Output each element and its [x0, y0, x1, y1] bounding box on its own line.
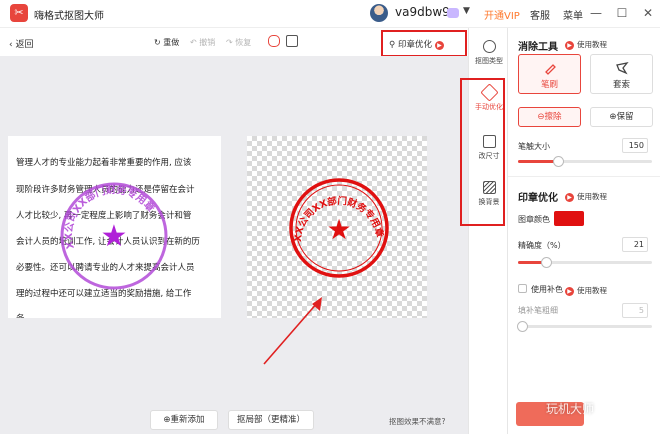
- erase-label: 擦除: [544, 112, 562, 122]
- precision-label: 精确度（%）: [518, 241, 566, 250]
- erase-help-link[interactable]: ▶ 使用教程: [565, 39, 607, 50]
- stamp-color-label: 图章颜色: [518, 215, 550, 224]
- original-image: 管理人才的专业能力起着非常重要的作用, 应该 现阶段许多财务管理人员的能力还是停…: [8, 136, 221, 318]
- app-logo: ✂: [10, 4, 28, 22]
- slider-handle[interactable]: [517, 321, 529, 332]
- minus-icon: ⊖: [537, 112, 545, 122]
- open-vip-link[interactable]: 开通VIP: [484, 7, 520, 22]
- undo-label: 撤销: [199, 38, 216, 47]
- help-label: 使用教程: [577, 192, 607, 201]
- precision-input[interactable]: 21: [622, 237, 648, 252]
- tab-label: 抠图类型: [475, 57, 503, 65]
- keep-label: 保留: [616, 112, 634, 122]
- keep-button[interactable]: ⊕保留: [590, 107, 653, 127]
- doc-line: 管理人才的专业能力起着非常重要的作用, 应该: [16, 158, 192, 168]
- svg-text:★: ★: [101, 219, 128, 254]
- brush-icon: [544, 64, 556, 75]
- close-icon[interactable]: ✕: [638, 3, 658, 23]
- redo-label: 重做: [163, 38, 180, 47]
- chevron-down-icon[interactable]: ▼: [463, 6, 470, 16]
- settings-panel: 消除工具 ▶ 使用教程 笔刷 套索 ⊖擦除 ⊕保留 笔触大小 150 印章优化 ▶…: [508, 28, 660, 434]
- fill-brush-label: 填补笔粗细: [518, 306, 558, 315]
- doc-line: 务。: [16, 312, 33, 318]
- annotation-arrow: [263, 297, 322, 365]
- play-icon: ▶: [434, 41, 444, 50]
- username[interactable]: va9dbw9: [395, 5, 450, 19]
- fill-help-link[interactable]: ▶ 使用教程: [565, 285, 607, 296]
- back-label: 返回: [15, 40, 34, 50]
- fill-color-label: 使用补色: [531, 285, 563, 294]
- brush-label: 笔刷: [540, 80, 558, 90]
- fill-brush-input[interactable]: 5: [622, 303, 648, 318]
- add-icon: ⊕: [163, 415, 171, 425]
- fill-brush-slider[interactable]: [517, 321, 652, 332]
- title-bar: ✂ 嗨格式抠图大师 va9dbw9 ▼ 开通VIP 客服 菜单 — ☐ ✕: [0, 0, 660, 28]
- service-link[interactable]: 客服: [530, 7, 550, 22]
- canvas-area[interactable]: 管理人才的专业能力起着非常重要的作用, 应该 现阶段许多财务管理人员的能力还是停…: [0, 56, 468, 434]
- play-icon: ▶: [565, 41, 574, 50]
- slider-handle[interactable]: [553, 156, 565, 167]
- undo-button[interactable]: ↶ 撤销: [190, 37, 215, 48]
- brush-size-input[interactable]: 150: [622, 138, 648, 153]
- stamp-help-link[interactable]: ▶ 使用教程: [565, 191, 607, 202]
- maximize-icon[interactable]: ☐: [612, 3, 632, 23]
- play-icon: ▶: [565, 287, 574, 296]
- plus-icon: ⊕: [609, 112, 617, 122]
- vip-badge-icon: [447, 8, 459, 18]
- minimize-icon[interactable]: —: [586, 3, 606, 23]
- toggle-icon: [482, 40, 496, 53]
- stamp-optimize-label: 印章优化: [397, 40, 432, 50]
- tab-cutout-type[interactable]: 抠图类型: [469, 40, 509, 66]
- cut-part-button[interactable]: 抠局部（更精准）: [228, 410, 314, 430]
- back-button[interactable]: ‹ 返回: [9, 37, 33, 50]
- brush-mode-button[interactable]: 笔刷: [518, 54, 581, 94]
- re-add-button[interactable]: ⊕重新添加: [150, 410, 218, 430]
- re-add-label: 重新添加: [170, 415, 205, 425]
- play-icon: ▶: [565, 193, 574, 202]
- undo-icon: ↶: [190, 38, 197, 47]
- fill-color-checkbox[interactable]: [518, 284, 527, 293]
- stamp-optimize-title: 印章优化: [518, 193, 558, 204]
- precision-slider[interactable]: [518, 257, 652, 268]
- tools-highlight-box: [460, 78, 505, 226]
- restore-button[interactable]: ↷ 恢复: [226, 37, 251, 48]
- lasso-mode-button[interactable]: 套索: [590, 54, 653, 94]
- restore-icon: ↷: [226, 38, 233, 47]
- fit-screen-icon[interactable]: [286, 35, 298, 47]
- lasso-label: 套索: [612, 80, 630, 90]
- help-label: 使用教程: [577, 40, 607, 49]
- result-preview: XX公司XX部门财务专用章 ★: [247, 136, 427, 318]
- slider-fill: [518, 160, 559, 163]
- app-title: 嗨格式抠图大师: [34, 11, 104, 22]
- lasso-icon: [615, 62, 629, 75]
- redo-icon: ↻: [154, 38, 161, 47]
- red-stamp: XX公司XX部门财务专用章 ★: [289, 178, 389, 278]
- erase-tool-title: 消除工具: [518, 42, 558, 53]
- hand-icon[interactable]: [268, 35, 280, 47]
- erase-button[interactable]: ⊖擦除: [518, 107, 581, 127]
- svg-text:★: ★: [326, 213, 351, 246]
- menu-link[interactable]: 菜单: [563, 7, 583, 22]
- redo-button[interactable]: ↻ 重做: [154, 37, 179, 48]
- stamp-color-picker[interactable]: [554, 211, 584, 226]
- avatar[interactable]: [370, 4, 388, 22]
- stamp-icon: ⚲: [389, 40, 396, 50]
- purple-stamp: XX公司XX部门财务专用章 ★: [60, 182, 168, 290]
- slider-handle[interactable]: [541, 257, 553, 268]
- restore-label: 恢复: [235, 38, 252, 47]
- divider: [508, 176, 660, 177]
- feedback-hint[interactable]: 抠图效果不满意?: [389, 416, 445, 427]
- stamp-optimize-button[interactable]: ⚲ 印章优化 ▶: [381, 30, 467, 57]
- help-label: 使用教程: [577, 286, 607, 295]
- brush-size-slider[interactable]: [518, 156, 652, 167]
- watermark: 玩机大师: [546, 402, 595, 416]
- brush-size-label: 笔触大小: [518, 142, 550, 151]
